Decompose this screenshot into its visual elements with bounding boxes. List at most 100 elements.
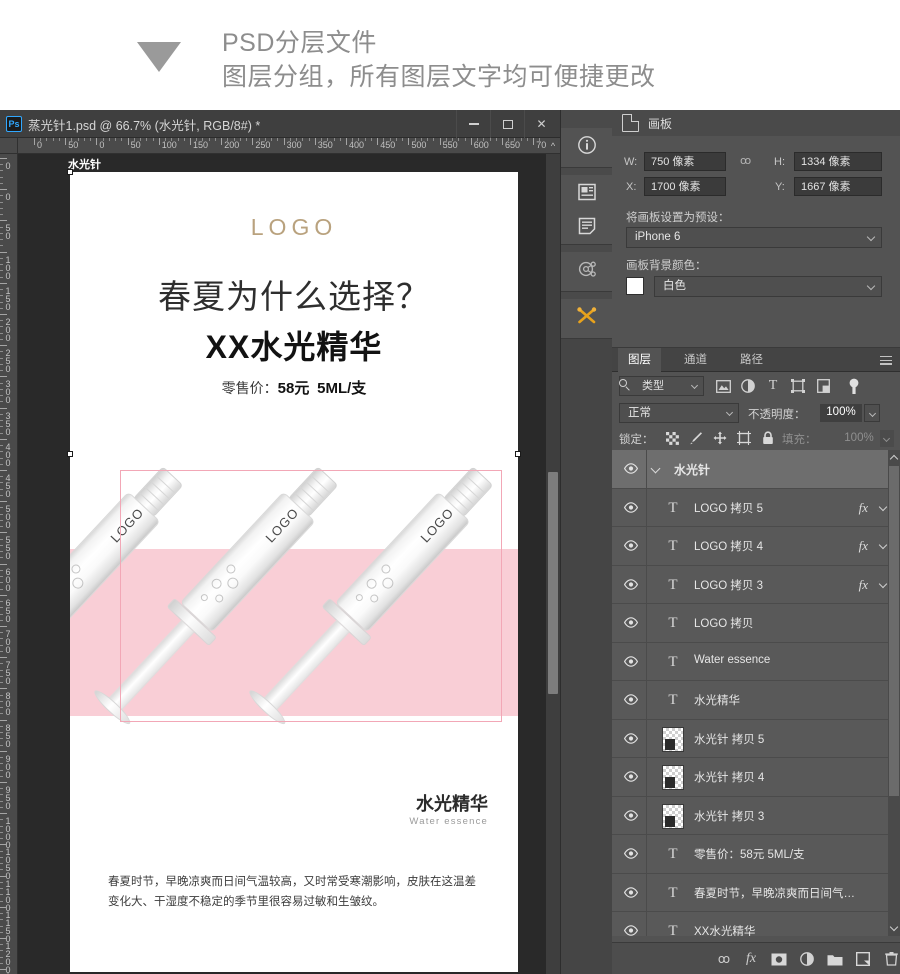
ruler-scroll-up-icon[interactable]: ^ bbox=[546, 138, 560, 154]
layer-visibility-icon[interactable] bbox=[624, 848, 638, 859]
lock-image-icon[interactable] bbox=[688, 430, 704, 446]
ruler-corner[interactable] bbox=[0, 138, 18, 154]
type-filter-icon[interactable]: T bbox=[765, 378, 781, 394]
3d-scene-icon[interactable] bbox=[561, 252, 613, 286]
rail-separator-1 bbox=[561, 168, 613, 175]
brushes-tools-icon[interactable] bbox=[561, 299, 613, 333]
delete-layer-icon[interactable] bbox=[882, 951, 900, 967]
layer-visibility-icon[interactable] bbox=[624, 771, 638, 782]
x-input[interactable]: 1700 像素 bbox=[644, 177, 726, 196]
layer-mask-icon[interactable] bbox=[770, 951, 788, 967]
layer-row[interactable]: T LOGO 拷贝 4 fx bbox=[612, 527, 900, 566]
ruler-minor-tick bbox=[520, 138, 522, 141]
canvas-area[interactable]: 水光针 LOGO 春夏为什么选择？ XX水光精华 零售价：58元 5ML/支 L… bbox=[18, 154, 546, 974]
document-icon[interactable] bbox=[561, 209, 613, 243]
ruler-minor-tick bbox=[0, 819, 3, 821]
layer-list[interactable]: 水光针 T LOGO 拷贝 5 fx T LOGO 拷贝 4 fx T LOGO 拷贝 3 fx T… bbox=[612, 450, 900, 936]
close-button[interactable]: ✕ bbox=[524, 110, 558, 138]
layer-row[interactable]: T LOGO 拷贝 5 fx bbox=[612, 488, 900, 527]
link-layers-icon[interactable]: ꝏ bbox=[714, 951, 732, 967]
layer-group-row[interactable]: 水光针 bbox=[612, 450, 900, 489]
layer-effects-fx-icon[interactable]: fx bbox=[859, 500, 868, 516]
adjustment-layer-icon[interactable] bbox=[798, 951, 816, 967]
y-input[interactable]: 1667 像素 bbox=[794, 177, 882, 196]
layer-row[interactable]: T LOGO 拷贝 bbox=[612, 604, 900, 643]
opacity-stepper[interactable] bbox=[864, 404, 880, 422]
new-layer-icon[interactable] bbox=[854, 951, 872, 967]
layer-visibility-icon[interactable] bbox=[624, 732, 638, 744]
tab-channels[interactable]: 通道 bbox=[674, 348, 717, 372]
bgcolor-swatch[interactable] bbox=[626, 277, 644, 295]
scroll-up-icon[interactable] bbox=[889, 454, 899, 464]
layer-visibility-icon[interactable] bbox=[624, 925, 638, 936]
height-input[interactable]: 1334 像素 bbox=[794, 152, 882, 171]
lock-artboard-icon[interactable] bbox=[736, 430, 752, 446]
layer-visibility-icon[interactable] bbox=[624, 501, 638, 513]
new-group-icon[interactable] bbox=[826, 951, 844, 967]
layer-row[interactable]: T LOGO 拷贝 3 fx bbox=[612, 565, 900, 604]
layer-visibility-icon[interactable] bbox=[624, 886, 638, 898]
info-icon[interactable] bbox=[561, 128, 613, 162]
tab-paths[interactable]: 路径 bbox=[730, 348, 773, 372]
preset-select[interactable]: iPhone 6 bbox=[626, 227, 882, 248]
adjustment-filter-icon[interactable] bbox=[740, 378, 756, 394]
canvas-scroll-thumb[interactable] bbox=[548, 472, 558, 694]
chevron-down-icon[interactable] bbox=[878, 502, 888, 511]
scroll-down-icon[interactable] bbox=[889, 922, 899, 932]
layer-row[interactable]: 水光针 拷贝 5 bbox=[612, 719, 900, 758]
canvas-headline: 春夏为什么选择？ bbox=[158, 278, 430, 315]
minimize-button[interactable] bbox=[456, 110, 490, 138]
layer-row[interactable]: T Water essence bbox=[612, 642, 900, 681]
layer-row[interactable]: T 零售价：58元 5ML/支 bbox=[612, 835, 900, 874]
chevron-down-icon[interactable] bbox=[878, 540, 888, 550]
layer-row[interactable]: T XX水光精华 bbox=[612, 912, 900, 936]
ruler-minor-tick bbox=[302, 138, 304, 141]
maximize-button[interactable] bbox=[490, 110, 524, 138]
layer-row[interactable]: T 水光精华 bbox=[612, 681, 900, 720]
layer-row[interactable]: T 春夏时节，早晚凉爽而日间气温较 … bbox=[612, 873, 900, 912]
bgcolor-select[interactable]: 白色 bbox=[654, 276, 882, 297]
artboard[interactable]: LOGO 春夏为什么选择？ XX水光精华 零售价：58元 5ML/支 LOGO bbox=[67, 169, 521, 972]
opacity-input[interactable]: 100% bbox=[820, 404, 862, 422]
layer-effects-fx-icon[interactable]: fx bbox=[859, 538, 868, 554]
layer-visibility-icon[interactable] bbox=[624, 655, 638, 667]
layer-filter-kind-select[interactable]: 类型 bbox=[619, 376, 704, 396]
link-icon[interactable]: ꝏ bbox=[740, 154, 751, 167]
ruler-label: 300 bbox=[3, 379, 13, 404]
vertical-ruler[interactable]: 0 0 50 100 150 200 250 300 350 400 450 500 550 600 650… bbox=[0, 154, 18, 974]
group-expand-chevron-icon[interactable] bbox=[650, 463, 661, 474]
lock-position-icon[interactable] bbox=[712, 430, 728, 446]
width-input[interactable]: 750 像素 bbox=[644, 152, 726, 171]
layer-style-fx-icon[interactable]: fx bbox=[742, 951, 760, 967]
shape-filter-icon[interactable] bbox=[790, 378, 806, 394]
layer-visibility-icon[interactable] bbox=[624, 578, 638, 590]
pixel-filter-icon[interactable] bbox=[715, 378, 731, 394]
layer-name: LOGO 拷贝 4 bbox=[694, 541, 764, 553]
notes-panel-icon[interactable] bbox=[561, 175, 613, 209]
layer-effects-fx-icon[interactable]: fx bbox=[859, 577, 868, 593]
layers-scroll-thumb[interactable] bbox=[889, 466, 899, 796]
canvas-footer-cn: 水光精华 bbox=[416, 794, 488, 814]
smartobject-filter-icon[interactable] bbox=[815, 378, 831, 394]
chevron-down-icon[interactable] bbox=[878, 579, 888, 588]
lock-all-icon[interactable] bbox=[760, 430, 776, 446]
artboard-handle-tl[interactable] bbox=[67, 169, 73, 175]
layers-scrollbar[interactable] bbox=[888, 450, 900, 936]
filter-toggle-icon[interactable] bbox=[846, 378, 862, 394]
layer-row[interactable]: 水光针 拷贝 4 bbox=[612, 758, 900, 797]
ruler-minor-tick bbox=[0, 557, 3, 559]
layer-visibility-icon[interactable] bbox=[624, 463, 638, 474]
canvas-vertical-scrollbar[interactable] bbox=[546, 154, 560, 974]
blend-mode-select[interactable]: 正常 bbox=[619, 403, 739, 423]
artboard-handle-mr[interactable] bbox=[515, 451, 521, 457]
layer-visibility-icon[interactable] bbox=[624, 694, 638, 705]
artboard-handle-ml[interactable] bbox=[67, 451, 73, 457]
layer-visibility-icon[interactable] bbox=[624, 809, 638, 821]
layer-visibility-icon[interactable] bbox=[624, 540, 638, 551]
horizontal-ruler[interactable]: 0 50 0 50 100 150 200 250 300 350 400 450 500 550 600 6… bbox=[18, 138, 546, 154]
layer-row[interactable]: 水光针 拷贝 3 bbox=[612, 796, 900, 835]
tab-layers[interactable]: 图层 bbox=[618, 348, 661, 372]
lock-transparent-icon[interactable] bbox=[664, 430, 680, 446]
panel-menu-icon[interactable] bbox=[880, 356, 892, 365]
layer-visibility-icon[interactable] bbox=[624, 617, 638, 628]
